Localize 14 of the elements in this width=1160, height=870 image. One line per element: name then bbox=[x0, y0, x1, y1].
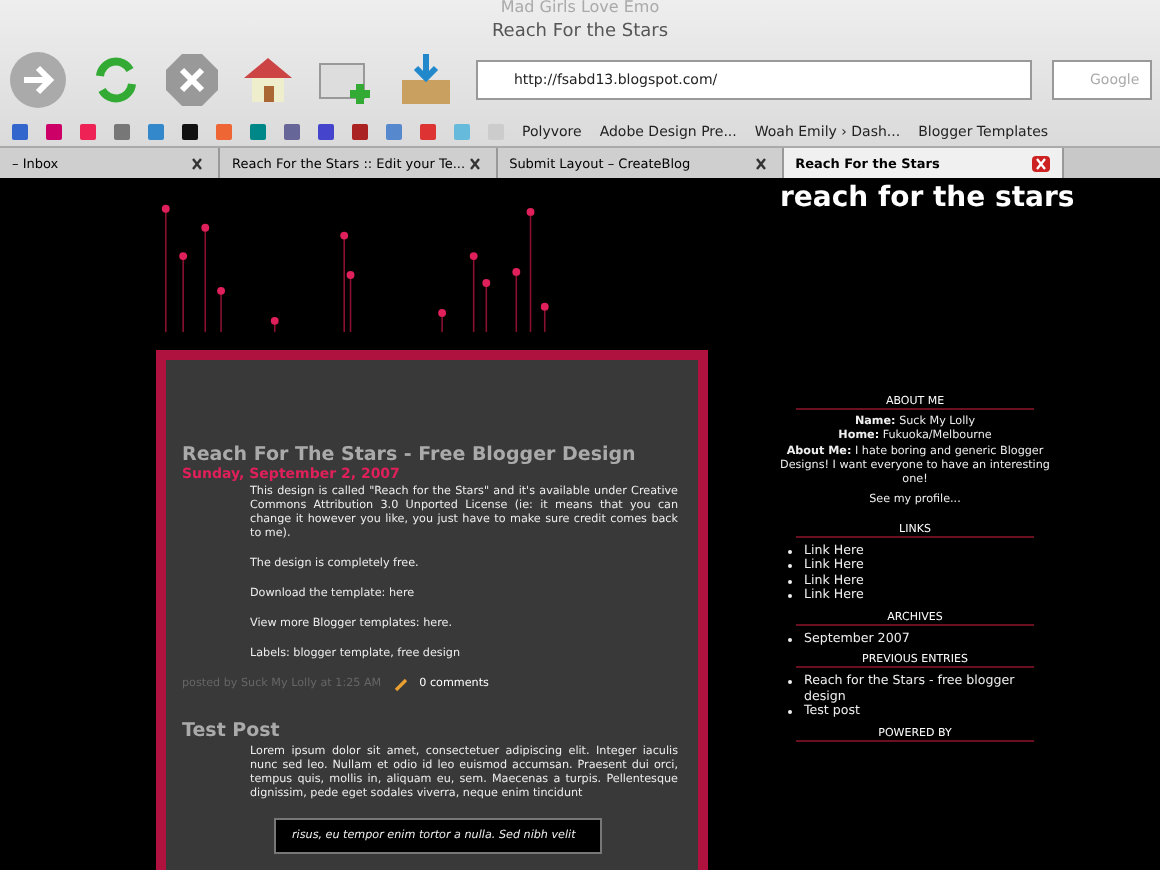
post-title[interactable]: Test Post bbox=[182, 719, 678, 742]
stop-icon[interactable] bbox=[164, 52, 220, 108]
close-icon[interactable] bbox=[1031, 155, 1050, 171]
window-title: Reach For the Stars bbox=[489, 20, 671, 44]
app-title: Mad Girls Love Emo bbox=[498, 0, 662, 20]
pencil-icon[interactable] bbox=[393, 677, 408, 692]
bookmark-icon[interactable] bbox=[182, 123, 198, 139]
close-icon[interactable] bbox=[465, 155, 484, 171]
blog-title[interactable]: reach for the stars bbox=[780, 180, 1075, 216]
post-title[interactable]: Reach For The Stars - Free Blogger Design bbox=[182, 444, 678, 466]
close-icon[interactable] bbox=[751, 155, 770, 171]
home-icon[interactable] bbox=[240, 52, 296, 108]
close-icon[interactable] bbox=[188, 155, 206, 171]
box-download-icon[interactable] bbox=[396, 52, 456, 108]
